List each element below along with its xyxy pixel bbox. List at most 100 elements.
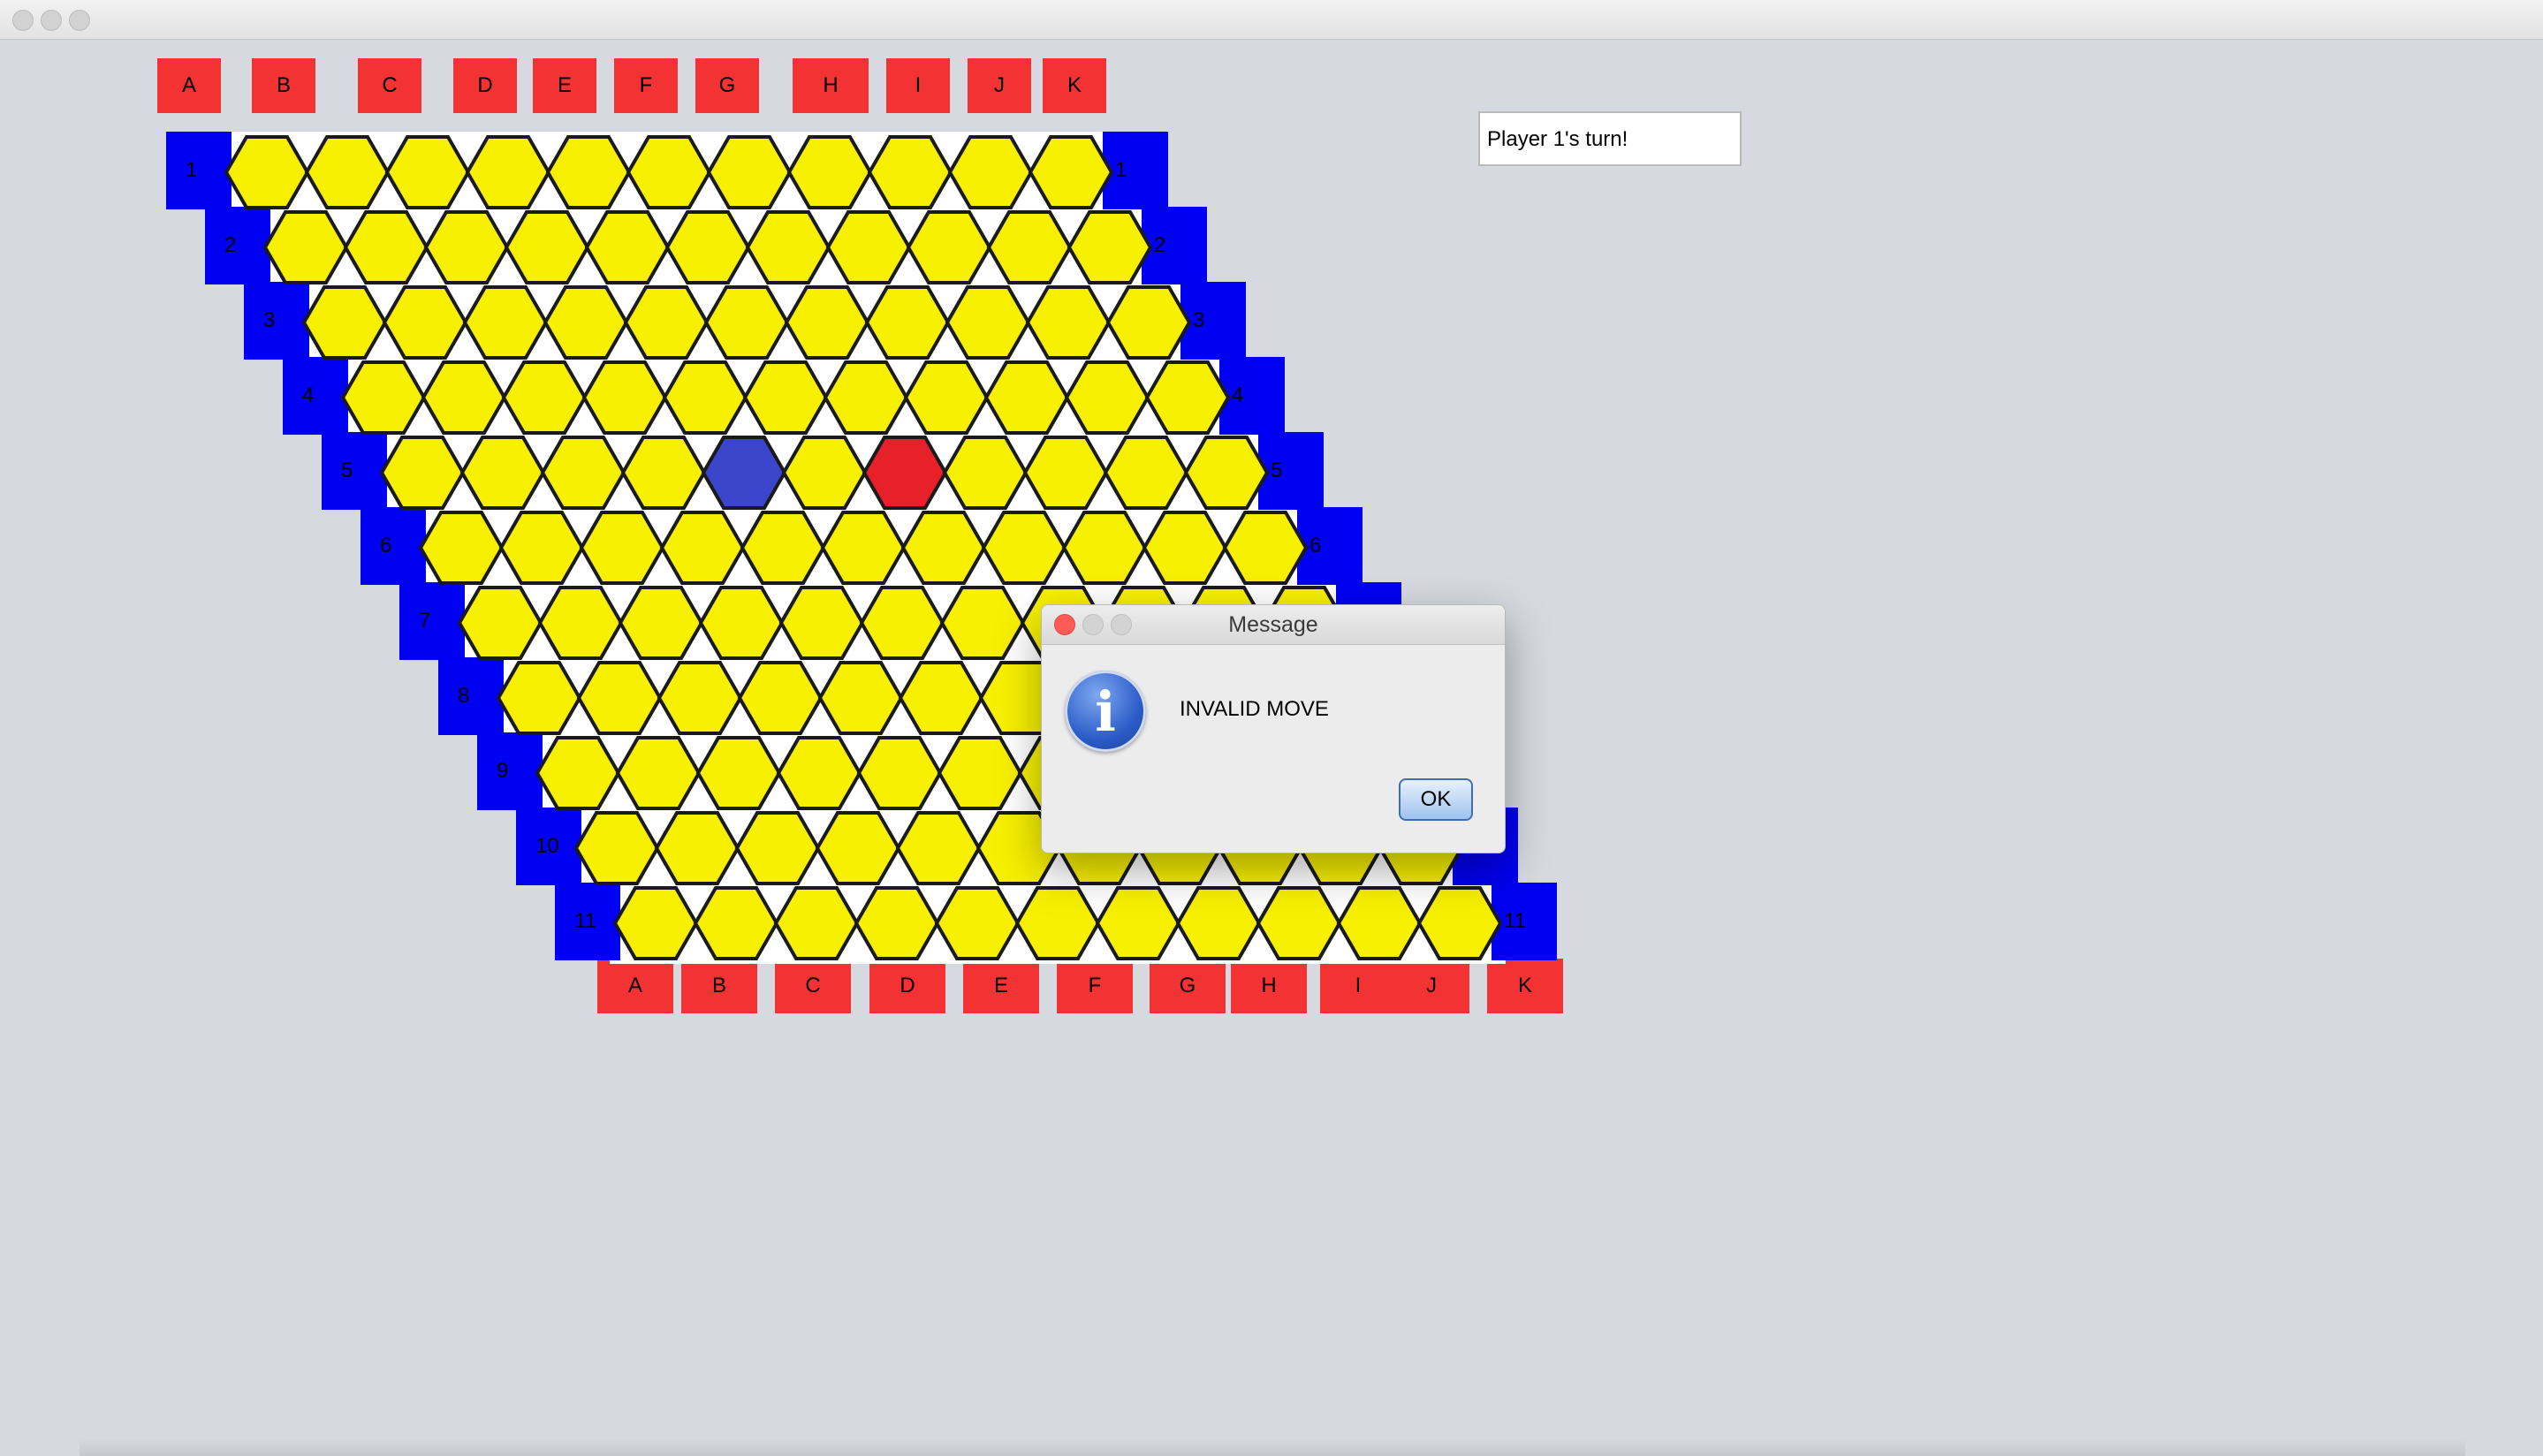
hex-cell-c1[interactable] <box>384 135 471 209</box>
hex-cell-d11[interactable] <box>854 886 940 960</box>
hex-cell-d1[interactable] <box>465 135 551 209</box>
hex-cell-k5[interactable] <box>1183 436 1270 510</box>
hex-cell-e1[interactable] <box>545 135 632 209</box>
hex-cell-c9[interactable] <box>695 736 782 810</box>
hex-cell-a1[interactable] <box>224 135 310 209</box>
hex-cell-d10[interactable] <box>815 811 901 885</box>
hex-cell-g11[interactable] <box>1095 886 1181 960</box>
hex-cell-i6[interactable] <box>1061 511 1148 585</box>
hex-cell-e10[interactable] <box>895 811 982 885</box>
hex-cell-f2[interactable] <box>664 210 751 284</box>
hex-cell-e8[interactable] <box>817 661 904 735</box>
hex-cell-g7[interactable] <box>939 586 1026 660</box>
hex-cell-d8[interactable] <box>737 661 824 735</box>
hex-cell-i5[interactable] <box>1022 436 1109 510</box>
hex-cell-c7[interactable] <box>618 586 704 660</box>
hex-cell-g4[interactable] <box>823 360 909 435</box>
hex-cell-c10[interactable] <box>734 811 821 885</box>
hex-cell-k1[interactable] <box>1028 135 1114 209</box>
hex-cell-b5[interactable] <box>459 436 546 510</box>
hex-cell-b6[interactable] <box>498 511 585 585</box>
hex-cell-g5-red-stone[interactable] <box>862 436 948 510</box>
hex-cell-h5[interactable] <box>942 436 1029 510</box>
hex-cell-f1[interactable] <box>626 135 712 209</box>
hex-cell-d7[interactable] <box>698 586 785 660</box>
hex-cell-j4[interactable] <box>1064 360 1150 435</box>
hex-cell-f8[interactable] <box>898 661 984 735</box>
hex-cell-b11[interactable] <box>693 886 779 960</box>
hex-cell-d2[interactable] <box>504 210 590 284</box>
hex-cell-d3[interactable] <box>543 285 629 360</box>
hex-cell-c3[interactable] <box>462 285 549 360</box>
hex-cell-h1[interactable] <box>786 135 873 209</box>
hex-cell-d6[interactable] <box>659 511 746 585</box>
hex-cell-g3[interactable] <box>784 285 870 360</box>
hex-cell-b2[interactable] <box>343 210 429 284</box>
ok-button[interactable]: OK <box>1399 778 1473 821</box>
hex-cell-b4[interactable] <box>421 360 507 435</box>
hex-cell-e2[interactable] <box>584 210 671 284</box>
hex-cell-a7[interactable] <box>457 586 543 660</box>
hex-cell-d4[interactable] <box>581 360 668 435</box>
hex-cell-b7[interactable] <box>537 586 624 660</box>
dialog-close-button[interactable] <box>1054 614 1075 635</box>
hex-cell-g2[interactable] <box>745 210 831 284</box>
hex-cell-e5-blue-stone[interactable] <box>701 436 787 510</box>
hex-cell-e3[interactable] <box>623 285 710 360</box>
hex-cell-a11[interactable] <box>612 886 699 960</box>
hex-cell-k11[interactable] <box>1416 886 1503 960</box>
hex-cell-c4[interactable] <box>501 360 588 435</box>
hex-cell-a8[interactable] <box>496 661 582 735</box>
hex-cell-a6[interactable] <box>418 511 505 585</box>
hex-cell-j5[interactable] <box>1103 436 1189 510</box>
hex-cell-h4[interactable] <box>903 360 990 435</box>
hex-cell-g6[interactable] <box>900 511 987 585</box>
hex-cell-c2[interactable] <box>423 210 510 284</box>
hex-cell-f3[interactable] <box>703 285 790 360</box>
hex-cell-k4[interactable] <box>1144 360 1231 435</box>
hex-cell-e7[interactable] <box>778 586 865 660</box>
hex-cell-c8[interactable] <box>657 661 743 735</box>
hex-cell-e11[interactable] <box>934 886 1021 960</box>
hex-cell-j1[interactable] <box>947 135 1034 209</box>
hex-cell-j11[interactable] <box>1336 886 1423 960</box>
hex-cell-h2[interactable] <box>825 210 912 284</box>
hex-cell-c11[interactable] <box>773 886 860 960</box>
hex-cell-j2[interactable] <box>986 210 1073 284</box>
hex-cell-b8[interactable] <box>576 661 663 735</box>
hex-cell-h11[interactable] <box>1175 886 1262 960</box>
hex-cell-i3[interactable] <box>945 285 1031 360</box>
hex-cell-c6[interactable] <box>579 511 665 585</box>
hex-cell-a10[interactable] <box>573 811 660 885</box>
hex-cell-a4[interactable] <box>340 360 427 435</box>
hex-cell-d5[interactable] <box>620 436 707 510</box>
hex-cell-g1[interactable] <box>706 135 793 209</box>
hex-cell-k6[interactable] <box>1222 511 1309 585</box>
hex-cell-i4[interactable] <box>983 360 1070 435</box>
hex-cell-a3[interactable] <box>301 285 388 360</box>
hex-cell-e6[interactable] <box>740 511 826 585</box>
hex-cell-h3[interactable] <box>864 285 951 360</box>
hex-cell-a9[interactable] <box>535 736 621 810</box>
hex-cell-f9[interactable] <box>937 736 1023 810</box>
hex-cell-d9[interactable] <box>776 736 862 810</box>
hex-cell-f7[interactable] <box>859 586 945 660</box>
hex-cell-e4[interactable] <box>662 360 748 435</box>
hex-cell-i1[interactable] <box>867 135 953 209</box>
hex-cell-e9[interactable] <box>856 736 943 810</box>
hex-cell-h6[interactable] <box>981 511 1067 585</box>
hex-cell-i11[interactable] <box>1256 886 1342 960</box>
hex-cell-f6[interactable] <box>820 511 907 585</box>
hex-cell-b10[interactable] <box>654 811 740 885</box>
hex-cell-k3[interactable] <box>1105 285 1192 360</box>
hex-cell-b9[interactable] <box>615 736 702 810</box>
hex-cell-b3[interactable] <box>382 285 468 360</box>
hex-cell-j6[interactable] <box>1142 511 1228 585</box>
hex-cell-a2[interactable] <box>262 210 349 284</box>
hex-cell-f5[interactable] <box>781 436 868 510</box>
hex-cell-c5[interactable] <box>540 436 626 510</box>
hex-cell-j3[interactable] <box>1025 285 1112 360</box>
hex-cell-f11[interactable] <box>1014 886 1101 960</box>
hex-cell-f4[interactable] <box>742 360 829 435</box>
hex-cell-k2[interactable] <box>1067 210 1153 284</box>
